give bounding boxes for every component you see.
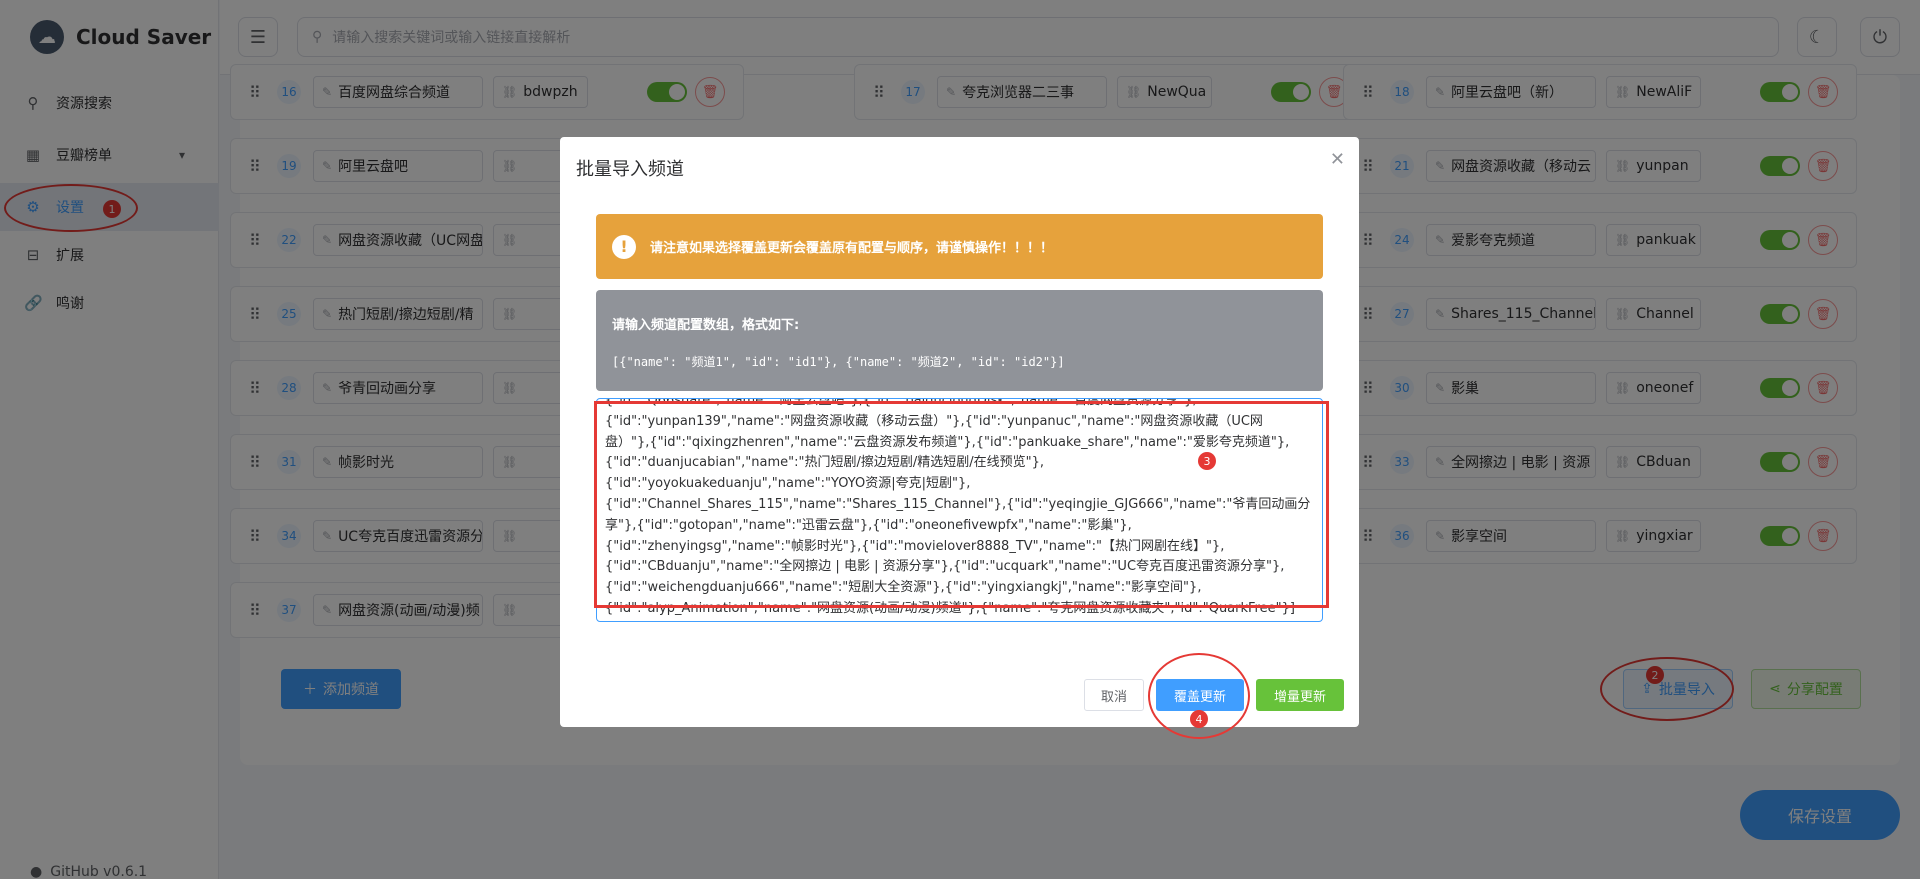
format-info-alert: 请输入频道配置数组，格式如下: [{"name": "频道1", "id": "… bbox=[596, 290, 1323, 391]
annotation-badge-3: 3 bbox=[1198, 452, 1216, 470]
warning-text: 请注意如果选择覆盖更新会覆盖原有配置与顺序，请谨慎操作！！！！ bbox=[650, 241, 1054, 256]
warning-icon: ! bbox=[612, 234, 636, 259]
batch-import-dialog: 批量导入频道 ✕ ! 请注意如果选择覆盖更新会覆盖原有配置与顺序，请谨慎操作！！… bbox=[560, 137, 1359, 739]
warning-alert: ! 请注意如果选择覆盖更新会覆盖原有配置与顺序，请谨慎操作！！！！ bbox=[596, 214, 1323, 279]
incremental-update-button[interactable]: 增量更新 bbox=[1256, 679, 1344, 711]
close-icon[interactable]: ✕ bbox=[1330, 149, 1345, 170]
dialog-title: 批量导入频道 bbox=[576, 159, 684, 180]
cancel-button[interactable]: 取消 bbox=[1084, 679, 1144, 711]
info-title: 请输入频道配置数组，格式如下: bbox=[612, 318, 800, 333]
annotation-box-3 bbox=[594, 401, 1329, 608]
info-code: [{"name": "频道1", "id": "id1"}, {"name": … bbox=[612, 355, 1065, 369]
annotation-badge-4: 4 bbox=[1190, 710, 1208, 728]
